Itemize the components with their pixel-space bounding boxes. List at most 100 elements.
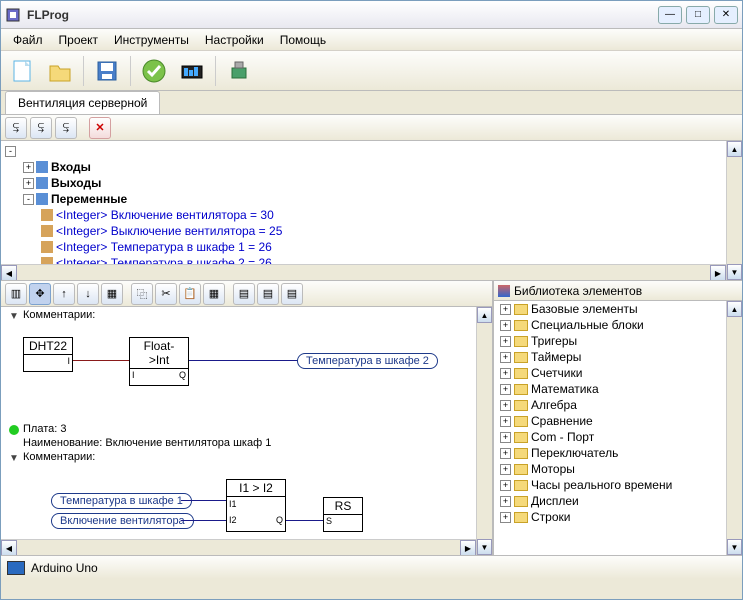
block-dht22[interactable]: DHT22 I xyxy=(23,337,73,372)
cv-btn-11[interactable]: ▤ xyxy=(257,283,279,305)
var-icon xyxy=(41,209,53,221)
cv-btn-paste[interactable]: 📋 xyxy=(179,283,201,305)
var-temp2[interactable]: Температура в шкафе 2 xyxy=(297,353,438,369)
wire xyxy=(181,500,226,501)
save-button[interactable] xyxy=(90,54,124,88)
board-label: Плата: 3 xyxy=(23,423,66,435)
folder-icon xyxy=(514,464,528,475)
tab-ventilation[interactable]: Вентиляция серверной xyxy=(5,91,160,114)
open-file-button[interactable] xyxy=(43,54,77,88)
main-toolbar xyxy=(1,51,742,91)
tree-btn-2[interactable]: ⥹ xyxy=(30,117,52,139)
library-header: Библиотека элементов xyxy=(494,281,742,301)
cv-btn-10[interactable]: ▤ xyxy=(233,283,255,305)
lib-group[interactable]: +Моторы xyxy=(494,461,742,477)
tree-close-button[interactable]: ✕ xyxy=(89,117,111,139)
separator xyxy=(130,56,131,86)
tree-btn-3[interactable]: ⥹ xyxy=(55,117,77,139)
cv-btn-9[interactable]: ▦ xyxy=(203,283,225,305)
menu-project[interactable]: Проект xyxy=(51,31,107,49)
folder-icon xyxy=(514,480,528,491)
tree-root-expander[interactable]: - xyxy=(1,143,742,159)
library-panel: Библиотека элементов +Базовые элементы +… xyxy=(494,281,742,555)
name-label: Наименование: Включение вентилятора шкаф… xyxy=(23,437,271,449)
wire xyxy=(189,360,299,361)
workspace: ▥ ✥ ↑ ↓ ▦ ⿻ ✂ 📋 ▦ ▤ ▤ ▤ ▼ Комментарии: D… xyxy=(1,281,742,555)
library-icon xyxy=(498,285,510,297)
maximize-button[interactable]: □ xyxy=(686,6,710,24)
canvas-hscroll[interactable]: ◀▶ xyxy=(1,539,476,555)
board-indicator-icon xyxy=(9,425,19,435)
variable-tree: - +Входы +Выходы -Переменные <Integer> В… xyxy=(1,141,742,281)
cv-btn-select[interactable]: ✥ xyxy=(29,283,51,305)
tree-var-fanoff[interactable]: <Integer> Выключение вентилятора = 25 xyxy=(1,223,742,239)
document-tabstrip: Вентиляция серверной xyxy=(1,91,742,115)
separator xyxy=(215,56,216,86)
canvas-area: ▥ ✥ ↑ ↓ ▦ ⿻ ✂ 📋 ▦ ▤ ▤ ▤ ▼ Комментарии: D… xyxy=(1,281,494,555)
comments-label-2: Комментарии: xyxy=(23,451,95,463)
diagram-canvas[interactable]: ▼ Комментарии: DHT22 I Float->Int IQ Тем… xyxy=(1,307,492,555)
cv-btn-down[interactable]: ↓ xyxy=(77,283,99,305)
tree-var-fanon[interactable]: <Integer> Включение вентилятора = 30 xyxy=(1,207,742,223)
library-vscroll[interactable]: ▲▼ xyxy=(726,301,742,555)
canvas-vscroll[interactable]: ▲▼ xyxy=(476,307,492,555)
lib-group[interactable]: +Алгебра xyxy=(494,397,742,413)
cv-btn-5[interactable]: ▦ xyxy=(101,283,123,305)
tree-btn-1[interactable]: ⥹ xyxy=(5,117,27,139)
tree-node-variables[interactable]: -Переменные xyxy=(1,191,742,207)
lib-group[interactable]: +Таймеры xyxy=(494,349,742,365)
lib-group[interactable]: +Переключатель xyxy=(494,445,742,461)
wire xyxy=(286,520,323,521)
cv-btn-12[interactable]: ▤ xyxy=(281,283,303,305)
upload-button[interactable] xyxy=(222,54,256,88)
folder-icon xyxy=(514,336,528,347)
close-button[interactable]: ✕ xyxy=(714,6,738,24)
lib-group[interactable]: +Дисплеи xyxy=(494,493,742,509)
wire xyxy=(73,360,129,361)
lib-group[interactable]: +Сравнение xyxy=(494,413,742,429)
lib-group[interactable]: +Специальные блоки xyxy=(494,317,742,333)
tree-vscroll[interactable]: ▲▼ xyxy=(726,141,742,280)
lib-group[interactable]: +Строки xyxy=(494,509,742,525)
lib-group[interactable]: +Базовые элементы xyxy=(494,301,742,317)
block-float-to-int[interactable]: Float->Int IQ xyxy=(129,337,189,386)
folder-icon xyxy=(514,384,528,395)
var-icon xyxy=(41,225,53,237)
window-controls: — □ ✕ xyxy=(658,6,738,24)
block-comparator[interactable]: I1 > I2 I1 I2 Q xyxy=(226,479,286,532)
cv-btn-copy[interactable]: ⿻ xyxy=(131,283,153,305)
cv-btn-cut[interactable]: ✂ xyxy=(155,283,177,305)
collapse-arrow-icon: ▼ xyxy=(9,311,19,322)
tree-var-temp1[interactable]: <Integer> Температура в шкафе 1 = 26 xyxy=(1,239,742,255)
tree-hscroll[interactable]: ◀▶ xyxy=(1,264,726,280)
lib-group[interactable]: +Тригеры xyxy=(494,333,742,349)
new-file-button[interactable] xyxy=(5,54,39,88)
tree-node-outputs[interactable]: +Выходы xyxy=(1,175,742,191)
check-button[interactable] xyxy=(137,54,171,88)
node-icon xyxy=(36,193,48,205)
lib-group[interactable]: +Com - Порт xyxy=(494,429,742,445)
lib-group[interactable]: +Часы реального времени xyxy=(494,477,742,493)
lib-group[interactable]: +Счетчики xyxy=(494,365,742,381)
folder-icon xyxy=(514,416,528,427)
tree-node-inputs[interactable]: +Входы xyxy=(1,159,742,175)
folder-icon xyxy=(514,352,528,363)
compile-button[interactable] xyxy=(175,54,209,88)
menu-tools[interactable]: Инструменты xyxy=(106,31,197,49)
cv-btn-up[interactable]: ↑ xyxy=(53,283,75,305)
menu-settings[interactable]: Настройки xyxy=(197,31,272,49)
node-icon xyxy=(36,177,48,189)
var-temp1[interactable]: Температура в шкафе 1 xyxy=(51,493,192,509)
app-icon xyxy=(5,7,21,23)
var-fanon[interactable]: Включение вентилятора xyxy=(51,513,194,529)
window-title: FLProg xyxy=(27,8,658,22)
folder-icon xyxy=(514,496,528,507)
block-rs[interactable]: RS S xyxy=(323,497,363,532)
menu-help[interactable]: Помощь xyxy=(272,31,334,49)
library-title: Библиотека элементов xyxy=(514,284,642,298)
cv-btn-1[interactable]: ▥ xyxy=(5,283,27,305)
minimize-button[interactable]: — xyxy=(658,6,682,24)
board-chip-icon xyxy=(7,561,25,575)
lib-group[interactable]: +Математика xyxy=(494,381,742,397)
menu-file[interactable]: Файл xyxy=(5,31,51,49)
